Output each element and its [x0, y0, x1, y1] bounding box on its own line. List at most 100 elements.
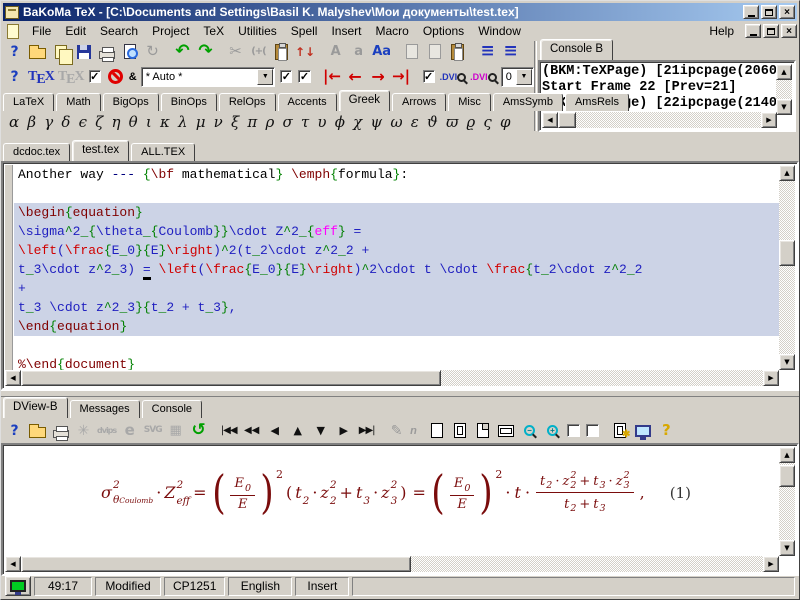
- editor-vscrollbar[interactable]: ▲ ▼: [779, 165, 795, 370]
- help2-icon[interactable]: ?: [655, 420, 678, 442]
- scroll-thumb[interactable]: [779, 465, 795, 487]
- zoom-out-button[interactable]: −: [518, 420, 541, 442]
- cut-button[interactable]: ✂: [224, 41, 247, 63]
- menu-item-help[interactable]: Help: [702, 21, 741, 41]
- copy-to-window-button[interactable]: [446, 41, 469, 63]
- copy-files-button[interactable]: [49, 41, 72, 63]
- greek-symbol-button[interactable]: υ: [317, 113, 326, 131]
- menu-item-project[interactable]: Project: [145, 21, 196, 41]
- greek-symbol-button[interactable]: ι: [146, 113, 152, 131]
- break-compile-button[interactable]: [104, 66, 127, 88]
- print-button[interactable]: [95, 41, 118, 63]
- greek-symbol-button[interactable]: ω: [390, 113, 402, 131]
- menu-item-macro[interactable]: Macro: [368, 21, 415, 41]
- greek-symbol-button[interactable]: ξ: [231, 113, 239, 131]
- console-hscrollbar[interactable]: ◀ ▶: [542, 112, 777, 128]
- doc-tab-dcdoc-tex[interactable]: dcdoc.tex: [3, 143, 70, 161]
- greek-symbol-button[interactable]: ς: [483, 113, 491, 131]
- scroll-thumb[interactable]: [21, 370, 441, 386]
- dvi-refresh-checkbox[interactable]: ✓: [423, 70, 435, 83]
- menu-item-utilities[interactable]: Utilities: [231, 21, 284, 41]
- dvi-preview[interactable]: σ2θCoulomb·Z2eff=(E 0E)2(t 2·z22+t 3·z23…: [1, 443, 799, 576]
- first-page-button[interactable]: |◀◀: [217, 420, 240, 442]
- greek-symbol-button[interactable]: ν: [214, 113, 223, 131]
- greek-symbol-button[interactable]: ϖ: [446, 113, 458, 131]
- block-shift-button[interactable]: [400, 41, 423, 63]
- prev-page-button[interactable]: ◀: [263, 420, 286, 442]
- page-view-button[interactable]: [426, 420, 449, 442]
- greek-symbol-button[interactable]: κ: [160, 113, 170, 131]
- scroll-thumb[interactable]: [21, 556, 411, 572]
- format-select[interactable]: * Auto *▼: [141, 67, 276, 87]
- scroll-right-arrow[interactable]: ▶: [761, 112, 777, 128]
- menu-item-file[interactable]: File: [25, 21, 58, 41]
- ie-export-button[interactable]: e: [118, 420, 141, 442]
- renumber-lines-button[interactable]: ↑↓: [293, 41, 317, 63]
- tab-arrows[interactable]: Arrows: [392, 93, 446, 111]
- greek-symbol-button[interactable]: σ: [282, 113, 292, 131]
- first-error-button[interactable]: |←: [321, 66, 344, 88]
- doc-tab-test-tex[interactable]: test.tex: [72, 140, 129, 161]
- menu-item-tex[interactable]: TeX: [196, 21, 231, 41]
- restore-button[interactable]: [761, 5, 777, 19]
- tab-greek[interactable]: Greek: [339, 90, 390, 111]
- greek-symbol-button[interactable]: θ: [129, 113, 138, 131]
- chevron-down-icon[interactable]: ▼: [257, 69, 273, 85]
- greek-symbol-button[interactable]: φ: [500, 113, 511, 131]
- next-error-button[interactable]: →: [367, 66, 390, 88]
- greek-symbol-button[interactable]: δ: [61, 113, 70, 131]
- scroll-up-arrow[interactable]: ▲: [779, 165, 795, 181]
- change-case-button[interactable]: Aa: [370, 41, 393, 63]
- reformat-all-button[interactable]: ≡: [499, 41, 522, 63]
- editor-hscrollbar[interactable]: ◀ ▶: [5, 370, 779, 386]
- panel-splitter[interactable]: [1, 390, 799, 397]
- greek-symbol-button[interactable]: τ: [301, 113, 309, 131]
- distiller-button[interactable]: ✳: [72, 420, 95, 442]
- menu-item-insert[interactable]: Insert: [324, 21, 368, 41]
- redo-button[interactable]: ↷: [194, 41, 217, 63]
- recycle-button[interactable]: ↻: [141, 41, 164, 63]
- tab-amsrels[interactable]: AmsRels: [565, 93, 629, 111]
- display-setup-button[interactable]: [632, 420, 655, 442]
- tab-console-b[interactable]: Console B: [540, 39, 613, 60]
- tab-bigops[interactable]: BigOps: [103, 93, 159, 111]
- scroll-up-button[interactable]: ▲: [286, 420, 309, 442]
- help-icon[interactable]: ?: [3, 41, 26, 63]
- child-restore-button[interactable]: [763, 24, 779, 38]
- dvi-forward-search-button[interactable]: .DVI: [468, 66, 499, 88]
- export-button[interactable]: ▦: [164, 420, 187, 442]
- greek-symbol-button[interactable]: ϕ: [335, 113, 345, 131]
- menu-item-spell[interactable]: Spell: [284, 21, 325, 41]
- block-shift2-button[interactable]: [423, 41, 446, 63]
- greek-symbol-button[interactable]: λ: [178, 113, 188, 131]
- auto-run-checkbox[interactable]: ✓: [89, 70, 101, 83]
- greek-symbol-button[interactable]: μ: [196, 113, 206, 131]
- menu-item-edit[interactable]: Edit: [58, 21, 93, 41]
- dvi-view-button[interactable]: .DVI: [438, 66, 469, 88]
- prev-error-button[interactable]: ←: [344, 66, 367, 88]
- tab-math[interactable]: Math: [56, 93, 100, 111]
- chevron-down-icon[interactable]: ▼: [516, 69, 532, 85]
- greek-symbol-button[interactable]: β: [27, 113, 36, 131]
- undo-button[interactable]: ↶: [171, 41, 194, 63]
- doc-tab-all-tex[interactable]: ALL.TEX: [131, 143, 195, 161]
- greek-symbol-button[interactable]: ζ: [95, 113, 103, 131]
- editor[interactable]: Another way --- {\bf mathematical} \emph…: [1, 161, 799, 390]
- page-corner-button[interactable]: [472, 420, 495, 442]
- scroll-thumb[interactable]: [558, 112, 576, 128]
- prev-10-button[interactable]: ◀◀: [240, 420, 263, 442]
- tex-run-button[interactable]: TEX: [26, 66, 56, 88]
- close-button[interactable]: ×: [779, 5, 795, 19]
- scroll-down-arrow[interactable]: ▼: [779, 540, 795, 556]
- annotate-pen-button[interactable]: ✎: [385, 420, 408, 442]
- scroll-down-arrow[interactable]: ▼: [776, 99, 792, 115]
- scroll-left-arrow[interactable]: ◀: [5, 556, 21, 572]
- open-file-button[interactable]: [26, 41, 49, 63]
- option2-checkbox[interactable]: ✓: [298, 70, 310, 83]
- greek-symbol-button[interactable]: ρ: [265, 113, 274, 131]
- greek-symbol-button[interactable]: η: [111, 113, 120, 131]
- svg-export-button[interactable]: SVG: [141, 420, 164, 442]
- greek-symbol-button[interactable]: π: [247, 113, 257, 131]
- menu-item-search[interactable]: Search: [93, 21, 145, 41]
- panel-tab-console[interactable]: Console: [142, 400, 202, 418]
